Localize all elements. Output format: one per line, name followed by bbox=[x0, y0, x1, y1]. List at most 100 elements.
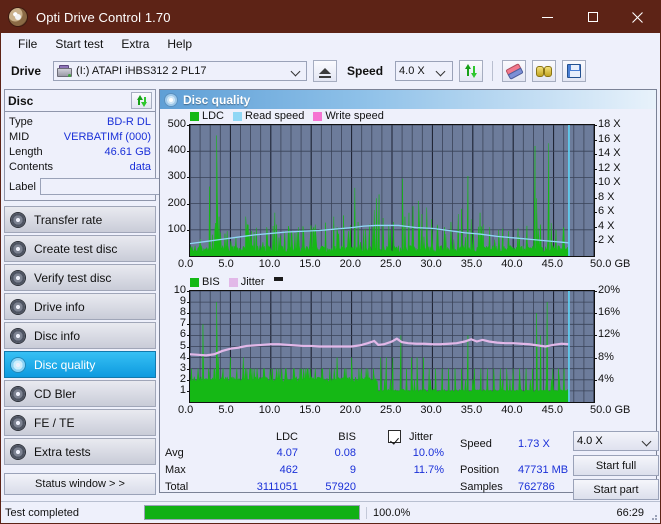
sidebar-item-fe-te[interactable]: FE / TE bbox=[4, 409, 156, 436]
bis-chart-svg bbox=[190, 291, 594, 402]
disc-panel-header: Disc bbox=[5, 90, 155, 112]
disc-refresh-button[interactable] bbox=[131, 92, 152, 109]
status-window-button[interactable]: Status window > > bbox=[4, 473, 156, 495]
drive-select-value: (I:) ATAPI iHBS312 2 PL17 bbox=[76, 65, 207, 77]
y2-axis-tick-label: 12% bbox=[598, 328, 621, 341]
x-axis-tick-label: 20.0 bbox=[339, 258, 362, 270]
sidebar-item-extra-tests[interactable]: Extra tests bbox=[4, 438, 156, 465]
sidebar-item-label: CD Bler bbox=[34, 386, 77, 401]
chevron-down-icon bbox=[437, 67, 446, 76]
disc-icon bbox=[11, 328, 25, 343]
start-full-button[interactable]: Start full bbox=[573, 455, 659, 476]
test-speed-select[interactable]: 4.0 X bbox=[573, 431, 659, 451]
stats-total-ldc: 3111051 bbox=[256, 481, 298, 493]
speed-stat-label: Speed bbox=[460, 438, 492, 450]
ldc-chart-plot[interactable] bbox=[189, 124, 595, 257]
disc-row-mid-key: MID bbox=[9, 130, 30, 143]
disc-row-mid-value: VERBATIMf (000) bbox=[63, 130, 151, 143]
menu-extra[interactable]: Extra bbox=[112, 35, 158, 53]
drive-select[interactable]: (I:) ATAPI iHBS312 2 PL17 bbox=[53, 61, 308, 81]
statistics-panel: LDC BIS Jitter Avg 4.07 0.08 10.0% Max 4… bbox=[160, 428, 659, 500]
x-axis-tick-label: 40.0 bbox=[501, 404, 523, 416]
stats-row-total-label: Total bbox=[165, 481, 189, 493]
legend-label: BIS bbox=[202, 276, 220, 288]
bis-chart-plot[interactable] bbox=[189, 290, 595, 403]
title-bar: Opti Drive Control 1.70 bbox=[1, 1, 660, 33]
y-axis-tick bbox=[187, 324, 190, 326]
sidebar-item-cd-bler[interactable]: CD Bler bbox=[4, 380, 156, 407]
y2-axis-tick-label: 16 X bbox=[598, 132, 621, 145]
y2-axis-tick bbox=[594, 183, 597, 185]
menu-start-test[interactable]: Start test bbox=[46, 35, 112, 53]
disc-row-type-key: Type bbox=[9, 115, 33, 128]
x-axis-tick-label: 35.0 bbox=[460, 404, 483, 416]
drive-icon bbox=[57, 64, 73, 78]
x-axis-tick-label: 15.0 bbox=[299, 258, 321, 270]
sidebar-item-label: FE / TE bbox=[34, 415, 75, 430]
disc-icon bbox=[11, 270, 25, 285]
clear-button[interactable] bbox=[502, 60, 527, 82]
y2-axis-tick bbox=[594, 291, 597, 292]
sidebar-item-disc-info[interactable]: Disc info bbox=[4, 322, 156, 349]
close-button[interactable] bbox=[615, 1, 660, 33]
minimize-button[interactable] bbox=[525, 1, 570, 33]
menu-help[interactable]: Help bbox=[158, 35, 201, 53]
x-axis-tick-label: 10.0 bbox=[258, 404, 281, 416]
disc-row-contents: Contents data bbox=[9, 159, 151, 174]
disc-icon bbox=[11, 444, 25, 459]
sidebar-item-label: Create test disc bbox=[34, 241, 118, 256]
stats-header-bis: BIS bbox=[338, 431, 356, 443]
y-axis-tick bbox=[187, 177, 190, 179]
y-axis-tick-label: 2 bbox=[179, 372, 186, 385]
sidebar-item-verify-test-disc[interactable]: Verify test disc bbox=[4, 264, 156, 291]
y2-axis-tick bbox=[594, 379, 597, 381]
status-message: Test completed bbox=[5, 506, 79, 519]
y-axis-tick-label: 5 bbox=[179, 339, 186, 352]
x-axis-tick-label: 45.0 bbox=[541, 258, 564, 270]
y2-axis-tick-label: 8 X bbox=[598, 190, 615, 203]
bis-chart-block: BIS Jitter 1 2 3 4 5 6 7 8 9 10 4% 8% 12% 16% 20% 0.0 5.… bbox=[160, 276, 656, 428]
y-axis-tick bbox=[187, 346, 190, 348]
disc-info-rows: Type BD-R DL MID VERBATIMf (000) Length … bbox=[5, 112, 242, 200]
refresh-icon bbox=[136, 94, 148, 107]
eject-button[interactable] bbox=[313, 60, 338, 82]
resize-grip[interactable] bbox=[648, 511, 658, 521]
legend-swatch bbox=[313, 111, 323, 121]
y2-axis-tick-label: 18 X bbox=[598, 118, 621, 130]
refresh-button[interactable] bbox=[459, 60, 484, 82]
disc-row-length-value: 46.61 GB bbox=[104, 145, 151, 158]
refresh-icon bbox=[464, 64, 478, 78]
x-axis-tick-label: 10.0 bbox=[258, 258, 281, 270]
y-axis-tick-label: 6 bbox=[179, 328, 186, 341]
sidebar-item-disc-quality[interactable]: Disc quality bbox=[4, 351, 156, 378]
speed-select[interactable]: 4.0 X bbox=[395, 61, 454, 81]
disc-row-contents-key: Contents bbox=[9, 160, 54, 173]
jitter-checkbox[interactable] bbox=[388, 430, 401, 443]
start-part-button[interactable]: Start part bbox=[573, 479, 659, 500]
y-axis-tick bbox=[187, 125, 190, 126]
maximize-button[interactable] bbox=[570, 1, 615, 33]
sidebar-item-create-test-disc[interactable]: Create test disc bbox=[4, 235, 156, 262]
disc-quality-icon bbox=[165, 93, 177, 106]
legend-label: Write speed bbox=[325, 110, 384, 122]
disc-row-type: Type BD-R DL bbox=[9, 114, 151, 129]
legend-swatch bbox=[273, 277, 283, 281]
y2-axis-tick bbox=[594, 357, 597, 359]
save-button[interactable] bbox=[562, 60, 587, 82]
x-axis-tick-label: 20.0 bbox=[339, 404, 362, 416]
sidebar-item-drive-info[interactable]: Drive info bbox=[4, 293, 156, 320]
y-axis-tick-label: 7 bbox=[179, 317, 186, 330]
stats-max-bis: 9 bbox=[349, 464, 356, 476]
y-axis-tick bbox=[187, 368, 190, 370]
inspect-button[interactable] bbox=[532, 60, 557, 82]
y2-axis-tick bbox=[594, 212, 597, 214]
disc-row-mid: MID VERBATIMf (000) bbox=[9, 129, 151, 144]
sidebar-item-label: Extra tests bbox=[34, 444, 91, 459]
stats-row-max-label: Max bbox=[165, 464, 186, 476]
y-axis-tick bbox=[187, 357, 190, 359]
y2-axis-tick bbox=[594, 197, 597, 199]
samples-stat-value: 762786 bbox=[518, 481, 555, 493]
progress-bar bbox=[144, 505, 360, 520]
menu-file[interactable]: File bbox=[9, 35, 46, 53]
sidebar-item-transfer-rate[interactable]: Transfer rate bbox=[4, 206, 156, 233]
